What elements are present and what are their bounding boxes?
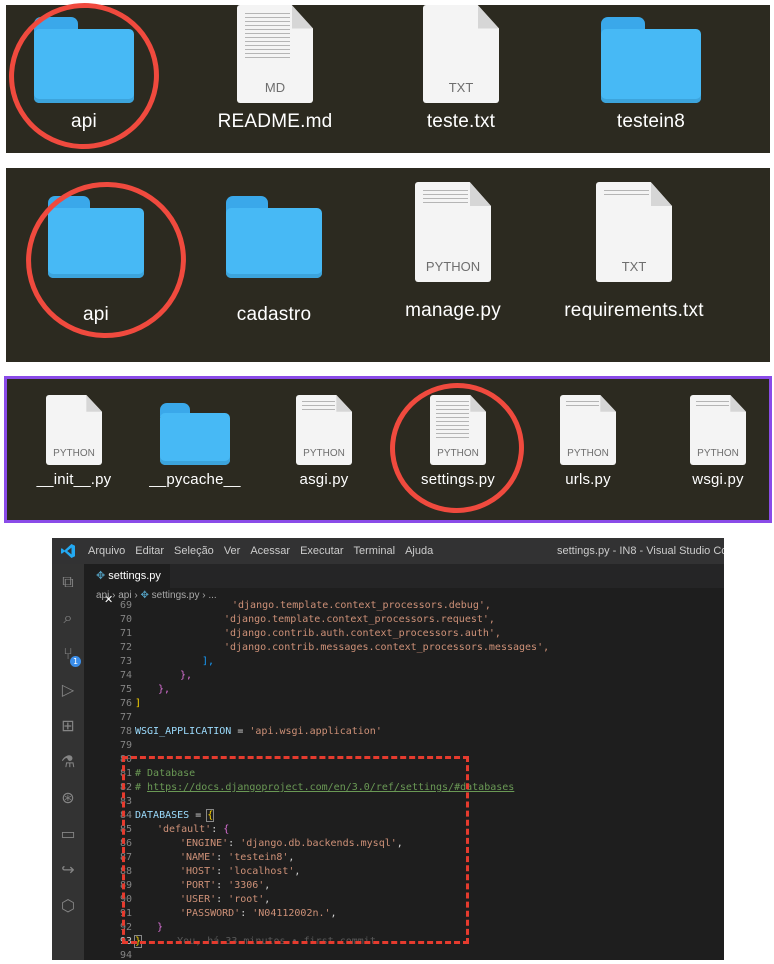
tab-label: settings.py [108,570,161,582]
folder-pycache[interactable]: __pycache__ [137,397,253,488]
activity-bar: ⧉ ⌕ ⑂ 1 ▷ ⊞ ⚗ ⊛ ▭ ↪ ⬡ [52,564,84,960]
code-line: WSGI_APPLICATION = 'api.wsgi.application… [135,726,382,737]
menu-ver[interactable]: Ver [224,545,241,557]
menu-acessar[interactable]: Acessar [250,545,290,557]
file-wsgi-py[interactable]: PYTHON wsgi.py [663,395,773,488]
share-icon[interactable]: ↪ [58,860,78,880]
highlight-circle [13,169,199,351]
python-file-icon: ✥ [140,590,149,601]
file-manage-py[interactable]: PYTHON manage.py [378,182,528,322]
code-line: 'django.contrib.messages.context_process… [224,642,550,653]
code-line: }, [180,670,193,681]
window-title: settings.py - IN8 - Visual Studio Cod [557,545,724,557]
line-number: 74 [119,670,132,681]
remote-explorer-icon[interactable]: ▭ [58,824,78,844]
extensions-icon[interactable]: ⊞ [58,716,78,736]
code-line: 'django.contrib.auth.context_processors.… [224,628,501,639]
file-readme[interactable]: MD README.md [200,5,350,133]
document-icon: TXT [596,182,672,282]
code-line: 'django.template.context_processors.requ… [224,614,495,625]
vscode-logo-icon [61,544,75,558]
breadcrumb-item[interactable]: ... [208,590,216,601]
highlight-circle [0,0,169,159]
testing-icon[interactable]: ⚗ [58,752,78,772]
line-number: 70 [119,614,132,625]
line-number: 78 [119,726,132,737]
file-teste-txt[interactable]: TXT teste.txt [386,5,536,133]
menu-executar[interactable]: Executar [300,545,343,557]
folder-icon [601,17,701,103]
file-asgi-py[interactable]: PYTHON asgi.py [269,395,379,488]
line-number: 79 [119,740,132,751]
menu-selecao[interactable]: Seleção [174,545,214,557]
folder-cadastro[interactable]: cadastro [206,190,342,326]
document-icon: MD [237,5,313,103]
explorer-icon[interactable]: ⧉ [58,572,78,592]
code-line: ] [135,698,142,709]
code-line: ], [202,656,215,667]
file-label: asgi.py [299,471,349,488]
document-icon: TXT [423,5,499,103]
menu-editar[interactable]: Editar [135,545,164,557]
document-icon: PYTHON [560,395,616,465]
line-number: 75 [119,684,132,695]
code-line: }, [158,684,171,695]
line-number: 76 [119,698,132,709]
file-init-py[interactable]: PYTHON __init__.py [19,395,129,488]
file-label: wsgi.py [692,471,744,488]
finder-panel-root: api MD README.md TXT teste.txt testein8 [0,0,770,159]
database-highlight-box [122,756,469,944]
document-icon: PYTHON [415,182,491,282]
git-graph-icon[interactable]: ⊛ [58,788,78,808]
file-label: manage.py [405,300,501,321]
source-control-badge: 1 [70,656,81,667]
file-label: __init__.py [36,471,112,488]
menu-terminal[interactable]: Terminal [354,545,396,557]
breadcrumb-item[interactable]: settings.py [152,590,200,601]
editor-tabs: ✥ settings.py ✕ [84,564,724,606]
document-icon: PYTHON [296,395,352,465]
line-number: 77 [119,712,132,723]
line-number: 94 [119,950,132,960]
python-file-icon: ✥ [96,570,106,582]
file-label: requirements.txt [564,300,704,321]
line-number: 69 [119,600,132,611]
document-icon: PYTHON [46,395,102,465]
search-icon[interactable]: ⌕ [58,608,78,628]
folder-icon [226,196,322,278]
file-label: README.md [217,111,333,132]
folder-testein8[interactable]: testein8 [586,11,716,133]
line-number: 71 [119,628,132,639]
run-debug-icon[interactable]: ▷ [58,680,78,700]
code-line: 'django.template.context_processors.debu… [232,600,491,611]
document-icon: PYTHON [690,395,746,465]
file-label: __pycache__ [149,471,241,488]
docker-icon[interactable]: ⬡ [58,896,78,916]
line-number: 73 [119,656,132,667]
finder-panel-api: api cadastro PYTHON manage.py TXT requir… [6,168,770,362]
file-label: urls.py [565,471,611,488]
menu-bar: Arquivo Editar Seleção Ver Acessar Execu… [88,545,433,557]
file-label: teste.txt [426,111,496,132]
file-requirements-txt[interactable]: TXT requirements.txt [554,182,714,322]
title-bar: Arquivo Editar Seleção Ver Acessar Execu… [52,538,724,564]
source-control-icon[interactable]: ⑂ 1 [58,644,81,667]
menu-arquivo[interactable]: Arquivo [88,545,125,557]
finder-panel-api-inner: PYTHON __init__.py __pycache__ PYTHON as… [4,376,772,523]
file-urls-py[interactable]: PYTHON urls.py [533,395,643,488]
file-label: testein8 [616,111,686,132]
menu-ajuda[interactable]: Ajuda [405,545,433,557]
folder-icon [160,403,230,465]
file-label: cadastro [236,304,312,325]
line-number: 72 [119,642,132,653]
tab-settings-py[interactable]: ✥ settings.py ✕ [84,564,170,606]
